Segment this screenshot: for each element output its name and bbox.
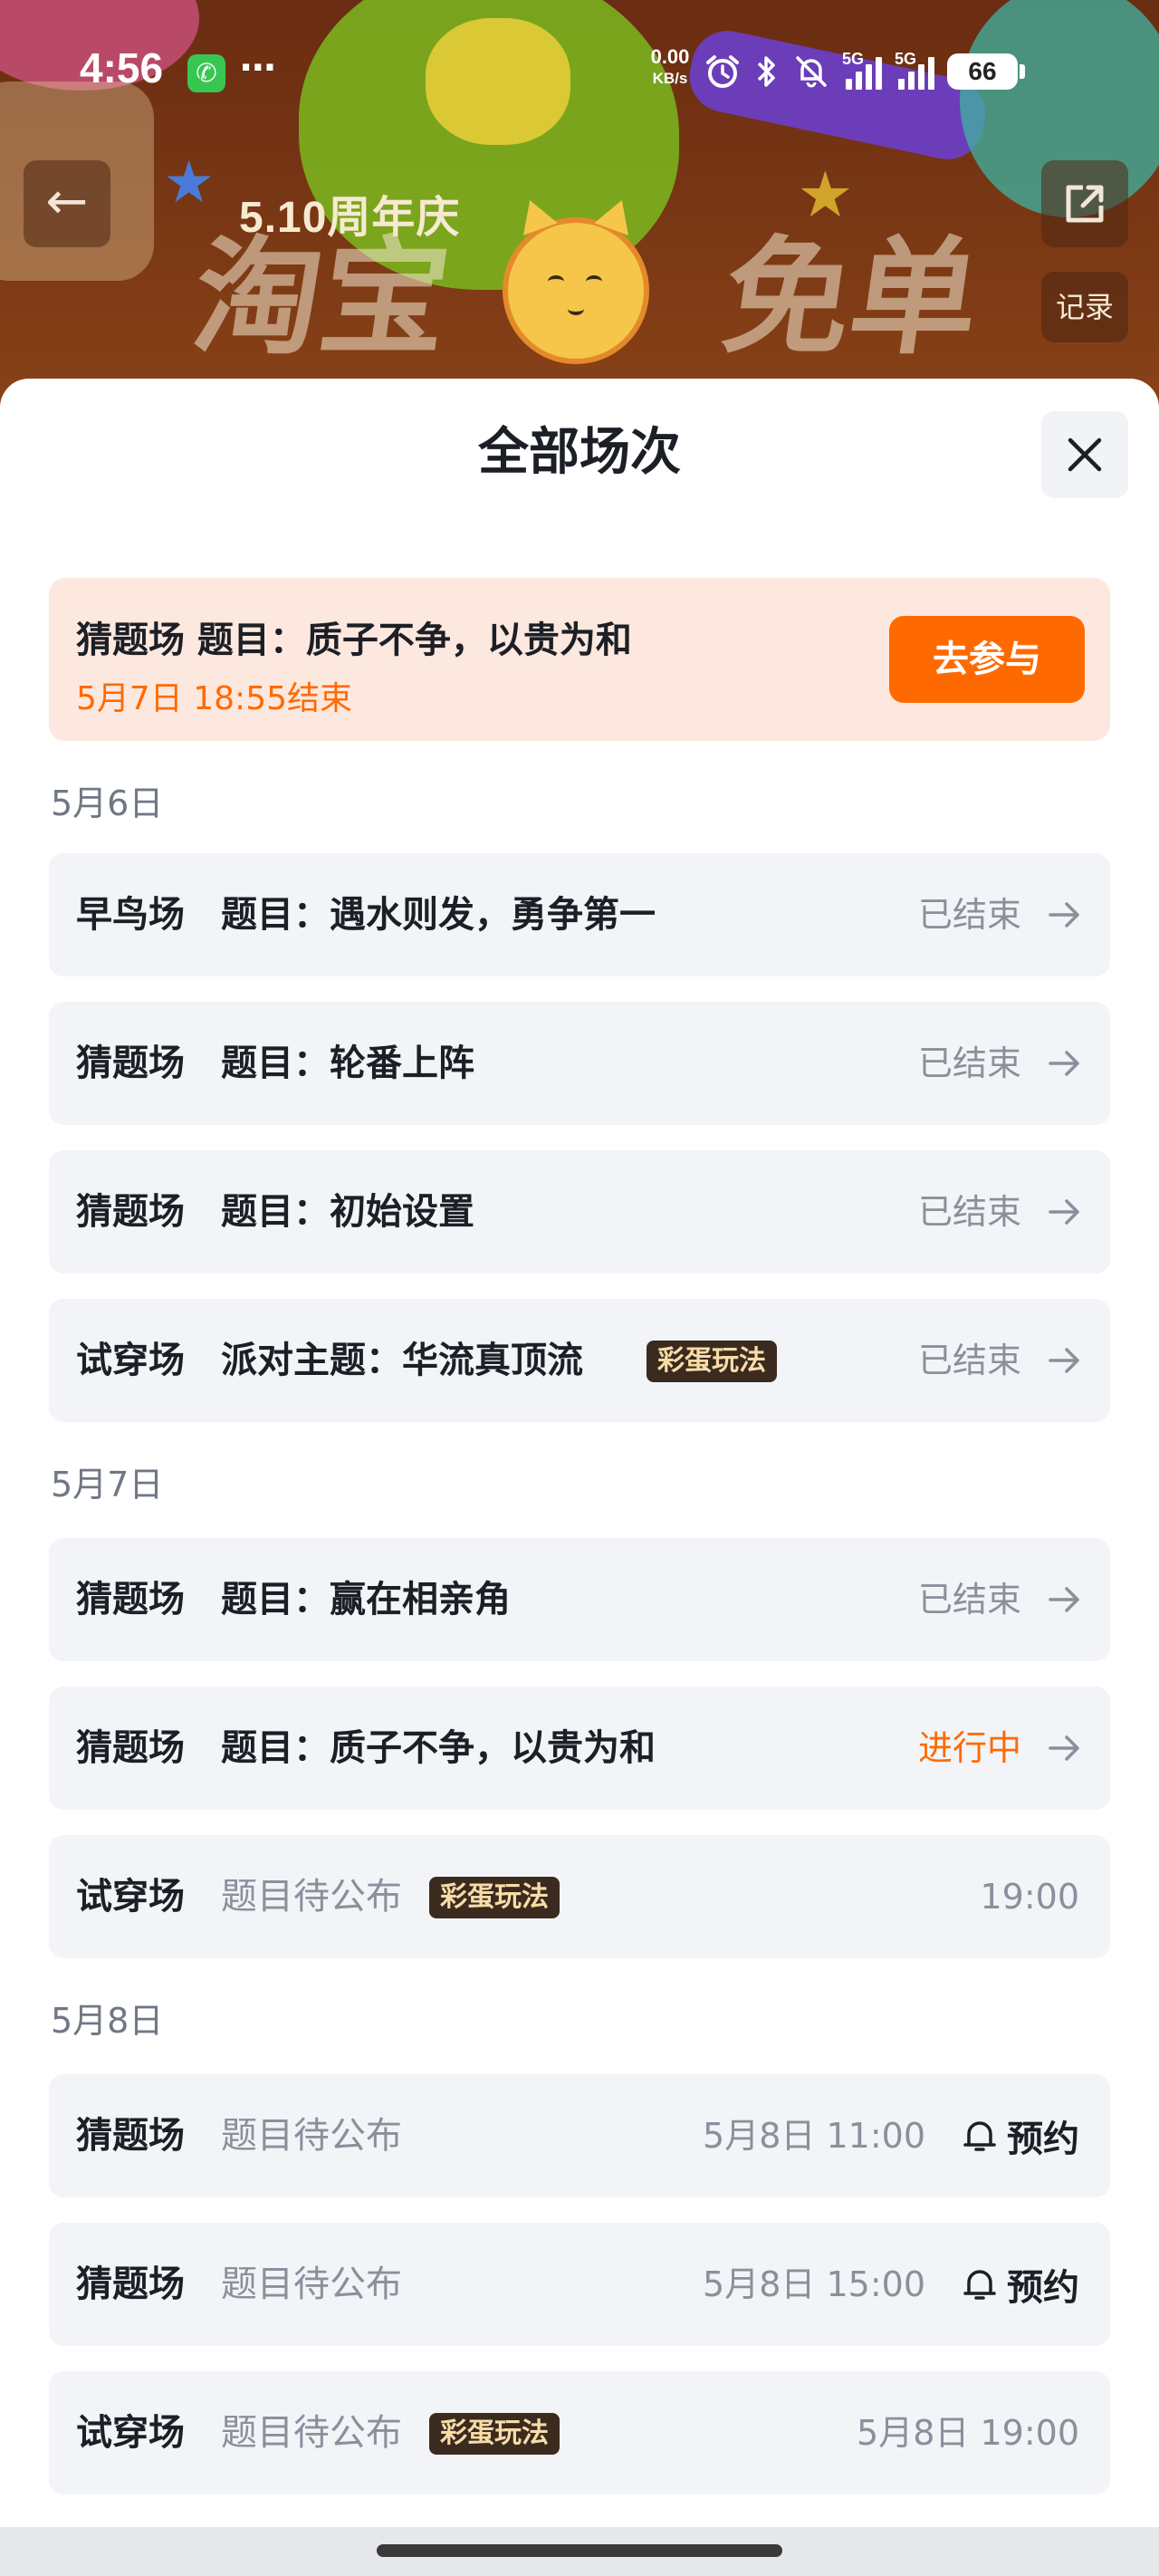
session-type: 试穿场 (76, 1340, 185, 1381)
current-session-title: 猜题场 题目：质子不争，以贵为和 (76, 620, 632, 661)
alarm-icon (706, 55, 739, 88)
easter-egg-badge: 彩蛋玩法 (647, 1341, 777, 1382)
easter-egg-badge: 彩蛋玩法 (429, 1877, 560, 1918)
current-session-end-time: 5月7日 18:55结束 (76, 680, 352, 717)
session-row[interactable]: 试穿场 题目待公布 彩蛋玩法 5月8日 19:00 (49, 2371, 1110, 2494)
easter-egg-badge: 彩蛋玩法 (429, 2413, 560, 2455)
session-row[interactable]: 试穿场 题目待公布 彩蛋玩法 19:00 (49, 1835, 1110, 1958)
share-icon (1066, 185, 1104, 223)
session-type: 猜题场 (76, 2264, 185, 2305)
session-time: 5月8日 15:00 (703, 2264, 925, 2304)
arrow-right-icon (1049, 1051, 1079, 1076)
battery-icon: 66 (947, 53, 1025, 90)
all-sessions-sheet: 全部场次 猜题场 题目：质子不争，以贵为和 5月7日 18:55结束 去参与 5… (0, 379, 1159, 2576)
session-status: 已结束 (917, 1341, 1021, 1380)
session-topic: 题目待公布 (221, 2115, 402, 2157)
phone-call-icon: ✆ (187, 54, 225, 92)
session-time: 5月8日 19:00 (857, 2413, 1079, 2453)
bell-icon (963, 2270, 996, 2300)
back-button[interactable]: ← (24, 160, 110, 247)
star-icon: ★ (797, 158, 854, 232)
arrow-right-icon (1049, 1735, 1079, 1761)
session-type: 猜题场 (76, 1043, 185, 1084)
session-row[interactable]: 猜题场 题目：初始设置 已结束 (49, 1150, 1110, 1274)
session-topic: 题目：赢在相亲角 (221, 1579, 511, 1620)
activity-banner: ★ ★ 5.10周年庆 淘宝 免单 4:56 ✆ ··· 0.00 KB/s 5… (0, 0, 1159, 426)
session-type: 猜题场 (76, 1191, 185, 1233)
arrow-left-icon: ← (45, 172, 89, 231)
reserve-button[interactable]: 预约 (960, 2223, 1079, 2346)
navigation-bar (0, 2527, 1159, 2576)
session-status: 进行中 (917, 1728, 1021, 1768)
close-icon (1068, 437, 1102, 472)
session-topic: 题目待公布 (221, 1876, 402, 1918)
session-type: 早鸟场 (76, 894, 185, 936)
session-row: 猜题场 题目待公布 5月8日 15:00 预约 (49, 2223, 1110, 2346)
reserve-label: 预约 (1007, 2119, 1079, 2160)
network-speed: 0.00 KB/s (643, 45, 697, 87)
sheet-title: 全部场次 (478, 423, 681, 482)
arrow-right-icon (1049, 1587, 1079, 1612)
session-topic: 题目：轮番上阵 (221, 1043, 474, 1084)
share-button[interactable] (1041, 160, 1128, 247)
session-row: 猜题场 题目待公布 5月8日 11:00 预约 (49, 2074, 1110, 2197)
network-speed-unit: KB/s (652, 70, 688, 87)
session-topic: 题目待公布 (221, 2264, 402, 2305)
network-type-label: 5G (895, 50, 917, 68)
reserve-label: 预约 (1007, 2267, 1079, 2309)
date-header: 5月8日 (51, 2001, 164, 2041)
banner-title: 免单 (714, 225, 989, 372)
session-type: 猜题场 (76, 2115, 185, 2157)
banner-title: 淘宝 (184, 225, 459, 372)
session-status: 已结束 (917, 1192, 1021, 1232)
mascot-illustration (503, 194, 649, 364)
record-button[interactable]: 记录 (1041, 272, 1128, 342)
arrow-right-icon (1049, 1348, 1079, 1373)
date-header: 5月7日 (51, 1465, 164, 1504)
status-time: 4:56 (80, 44, 164, 91)
session-type: 猜题场 (76, 1579, 185, 1620)
date-header: 5月6日 (51, 783, 164, 823)
mute-bell-icon (796, 56, 827, 88)
session-type: 猜题场 (76, 1727, 185, 1769)
signal-strength-icon: 5G (895, 50, 934, 90)
home-indicator[interactable] (377, 2544, 782, 2557)
session-row[interactable]: 早鸟场 题目：遇水则发，勇争第一 已结束 (49, 853, 1110, 976)
session-status: 已结束 (917, 895, 1021, 935)
session-status: 已结束 (917, 1580, 1021, 1620)
status-bar: 4:56 ✆ ··· 0.00 KB/s 5G 5G 66 (0, 0, 1159, 100)
session-row[interactable]: 试穿场 派对主题：华流真顶流 彩蛋玩法 已结束 (49, 1299, 1110, 1422)
session-row[interactable]: 猜题场 题目：赢在相亲角 已结束 (49, 1538, 1110, 1661)
signal-strength-icon: 5G (842, 50, 882, 90)
session-row[interactable]: 猜题场 题目：质子不争，以贵为和 进行中 (49, 1687, 1110, 1810)
current-session-card: 猜题场 题目：质子不争，以贵为和 5月7日 18:55结束 去参与 (49, 578, 1110, 741)
arrow-right-icon (1049, 902, 1079, 928)
join-button[interactable]: 去参与 (889, 616, 1085, 703)
session-topic: 题目：遇水则发，勇争第一 (221, 894, 656, 936)
session-status: 已结束 (917, 1043, 1021, 1083)
bluetooth-icon (757, 56, 775, 87)
status-icons: 5G 5G 66 (704, 49, 1025, 94)
session-type: 试穿场 (76, 2412, 185, 2454)
reserve-button[interactable]: 预约 (960, 2074, 1079, 2197)
session-topic: 题目：初始设置 (221, 1191, 474, 1233)
more-notifications-icon: ··· (239, 47, 277, 89)
session-time: 19:00 (980, 1877, 1079, 1917)
session-type: 试穿场 (76, 1876, 185, 1918)
bell-icon (963, 2121, 996, 2151)
network-type-label: 5G (842, 50, 865, 68)
session-row[interactable]: 猜题场 题目：轮番上阵 已结束 (49, 1002, 1110, 1125)
session-topic: 派对主题：华流真顶流 (221, 1340, 583, 1381)
star-icon: ★ (163, 149, 216, 216)
session-topic: 题目：质子不争，以贵为和 (221, 1727, 656, 1769)
close-button[interactable] (1041, 411, 1128, 498)
session-topic: 题目待公布 (221, 2412, 402, 2454)
session-time: 5月8日 11:00 (703, 2116, 925, 2156)
arrow-right-icon (1049, 1199, 1079, 1225)
network-speed-value: 0.00 (650, 45, 690, 68)
